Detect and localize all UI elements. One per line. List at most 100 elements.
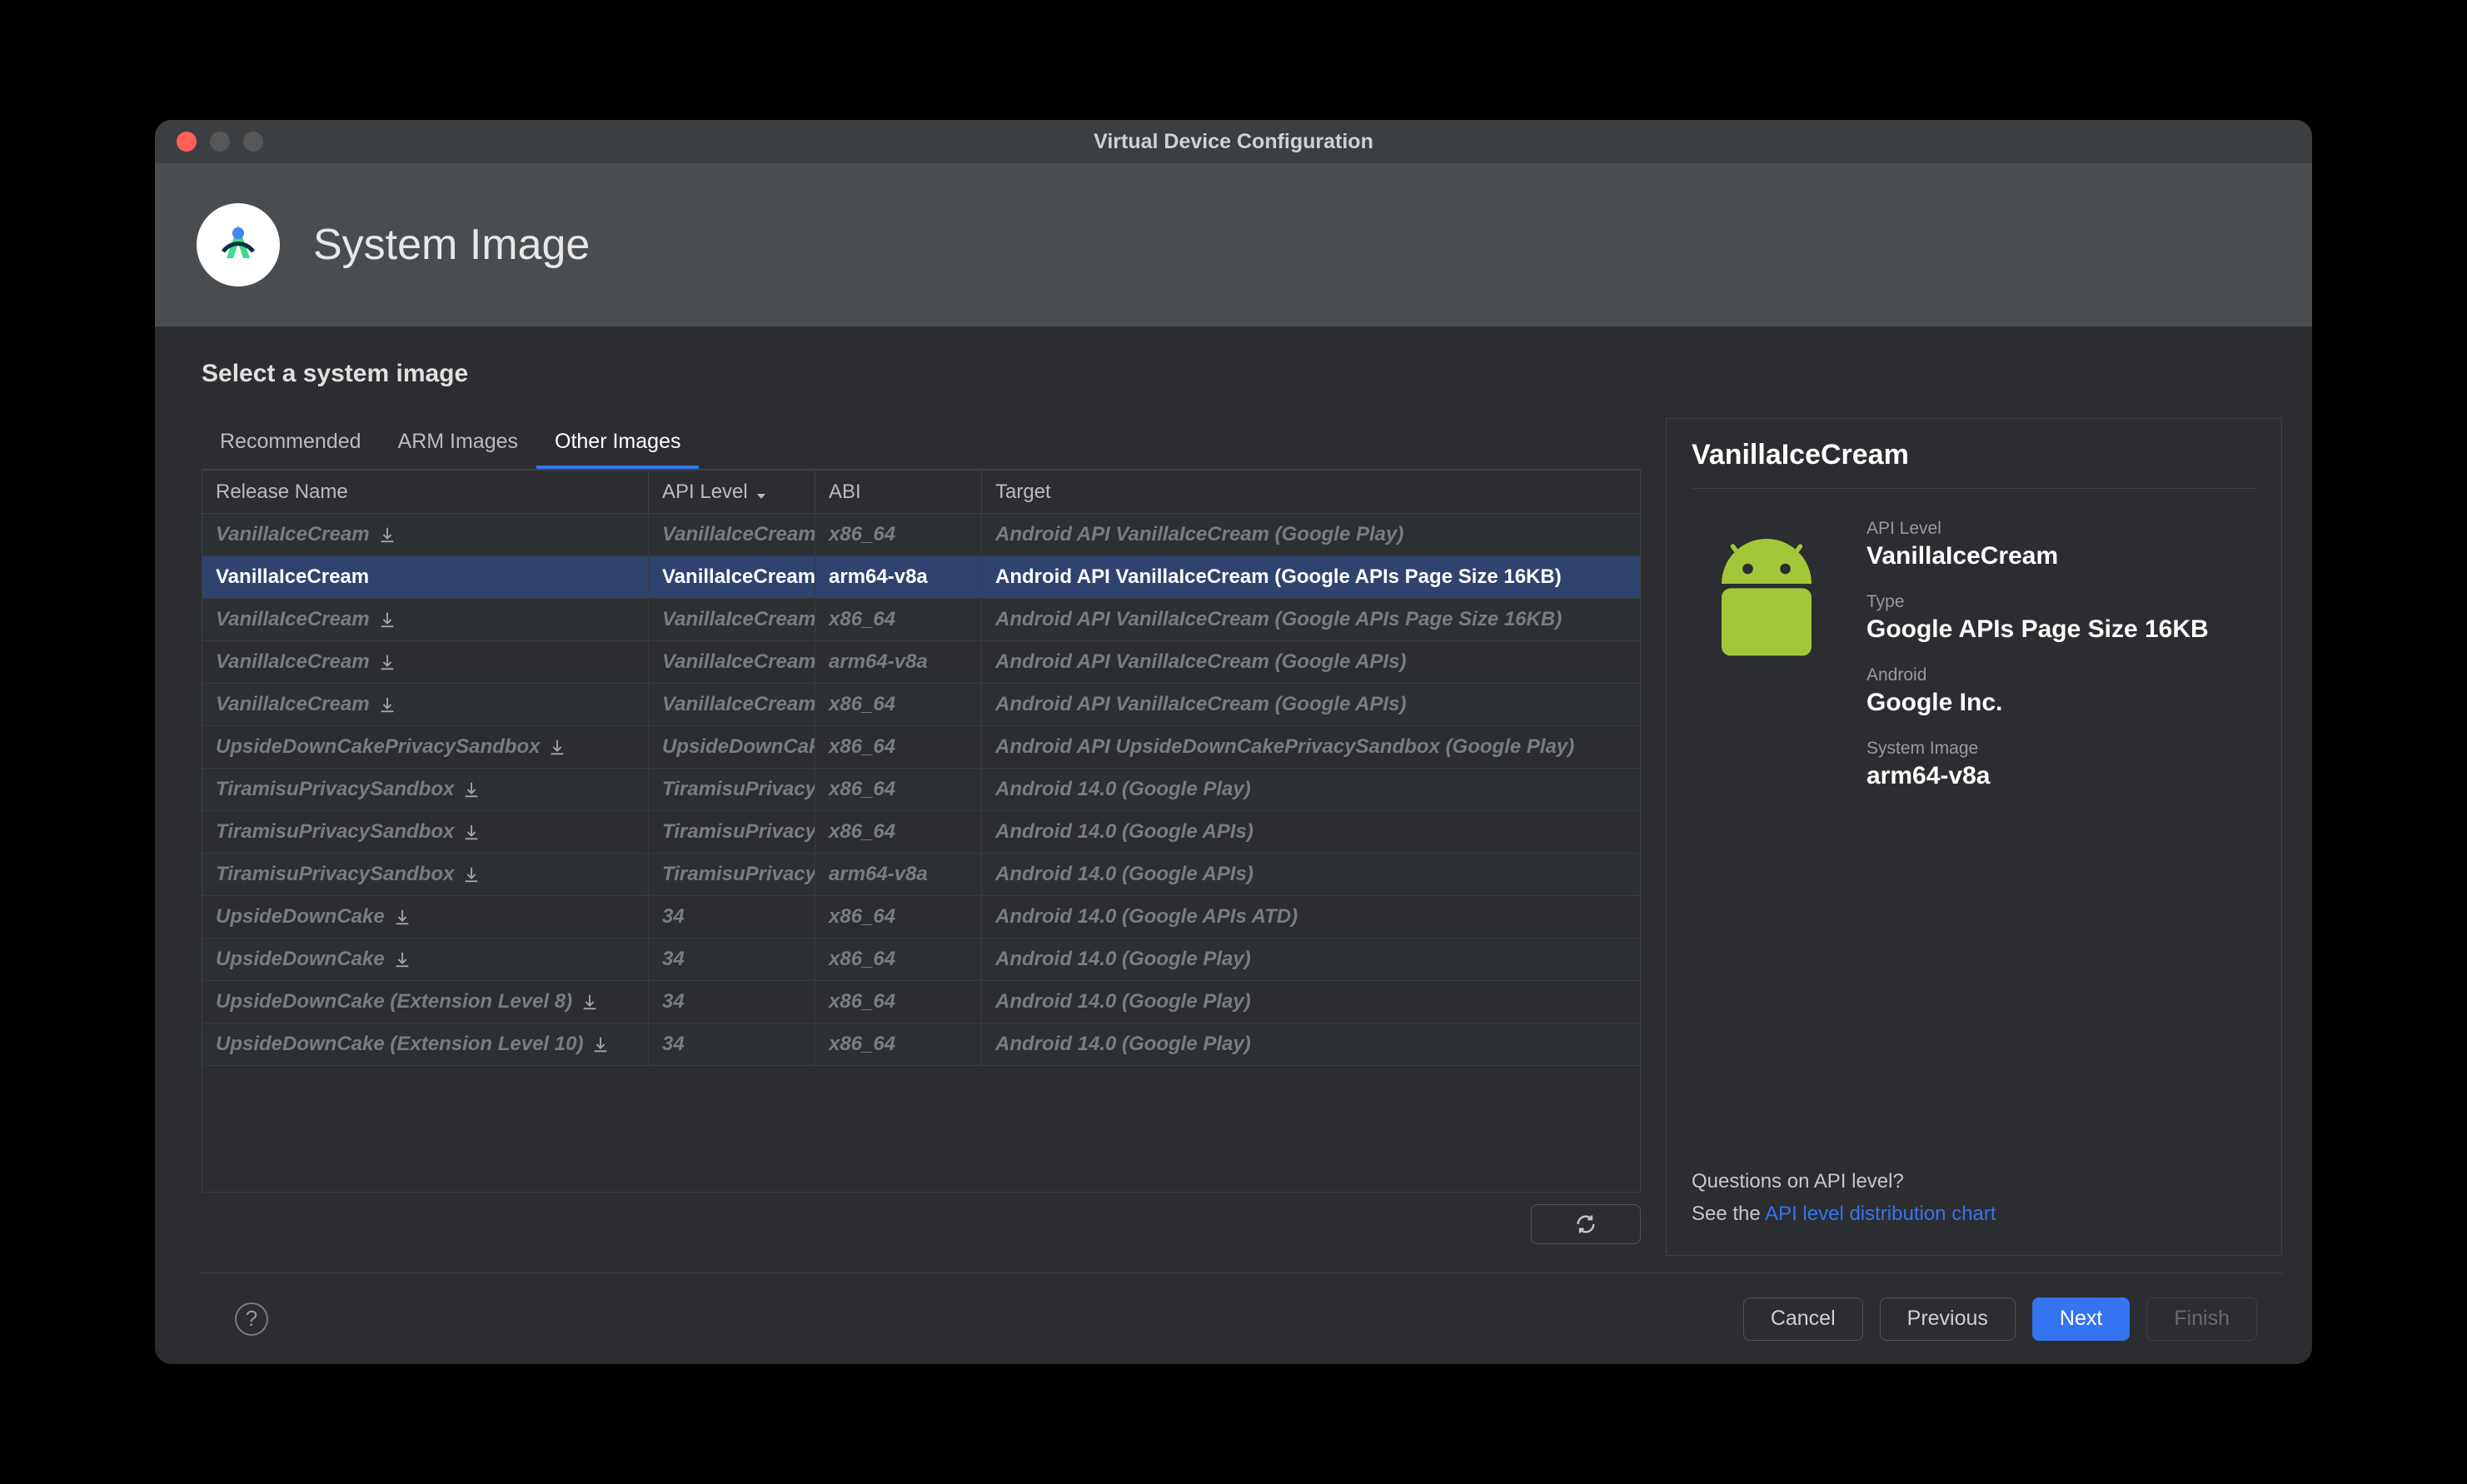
download-icon[interactable] [378,695,396,714]
cell-abi: x86_64 [815,811,982,853]
cell-release-name: VanillaIceCream [202,599,649,640]
cell-api-level: TiramisuPrivacyS [649,854,815,895]
table-row[interactable]: UpsideDownCake (Extension Level 8)34x86_… [202,981,1640,1023]
table-row[interactable]: VanillaIceCreamVanillaIceCreamx86_64Andr… [202,684,1640,726]
download-icon[interactable] [462,823,481,841]
cell-target: Android 14.0 (Google APIs) [982,854,1640,895]
refresh-button[interactable] [1531,1204,1641,1244]
cancel-button[interactable]: Cancel [1743,1297,1863,1341]
next-button[interactable]: Next [2032,1297,2130,1341]
spec-api-label: API Level [1866,519,2256,539]
cell-api-level: VanillaIceCream [649,556,815,598]
tab-arm-images[interactable]: ARM Images [380,418,536,469]
subtitle: Select a system image [202,360,2282,388]
previous-button[interactable]: Previous [1880,1297,2016,1341]
table-row[interactable]: VanillaIceCreamVanillaIceCreamarm64-v8aA… [202,556,1640,599]
col-api-label: API Level [662,481,748,504]
cell-api-level: VanillaIceCream [649,599,815,640]
download-icon[interactable] [462,865,481,884]
col-release-name[interactable]: Release Name [202,471,649,513]
cell-api-level: 34 [649,939,815,980]
help-block: Questions on API level? See the API leve… [1692,1166,2256,1230]
help-see: See the [1692,1203,1765,1225]
col-abi[interactable]: ABI [815,471,982,513]
table-row[interactable]: UpsideDownCake (Extension Level 10)34x86… [202,1023,1640,1066]
cell-release-name: UpsideDownCake (Extension Level 10) [202,1023,649,1065]
cell-api-level: 34 [649,981,815,1023]
cell-abi: x86_64 [815,981,982,1023]
table-header: Release Name API Level ABI Target [202,471,1640,514]
table-row[interactable]: TiramisuPrivacySandboxTiramisuPrivacySar… [202,854,1640,896]
system-image-table: Release Name API Level ABI Target Vanill… [202,470,1641,1193]
download-icon[interactable] [378,610,396,629]
table-row[interactable]: TiramisuPrivacySandboxTiramisuPrivacySx8… [202,769,1640,811]
cell-api-level: TiramisuPrivacyS [649,769,815,810]
api-distribution-link[interactable]: API level distribution chart [1765,1203,1996,1225]
cell-release-name: UpsideDownCake [202,896,649,938]
help-button[interactable]: ? [235,1302,268,1336]
cell-target: Android API VanillaIceCream (Google Play… [982,514,1640,555]
cell-release-name: UpsideDownCake (Extension Level 8) [202,981,649,1023]
tab-other-images[interactable]: Other Images [536,418,699,469]
cell-release-name: VanillaIceCream [202,514,649,555]
spec-sysimg-label: System Image [1866,739,2256,759]
download-icon[interactable] [378,525,396,544]
download-icon[interactable] [591,1035,610,1053]
download-icon[interactable] [581,993,599,1011]
col-api-level[interactable]: API Level [649,471,815,513]
cell-release-name: VanillaIceCream [202,641,649,683]
content-area: Select a system image RecommendedARM Ima… [155,326,2312,1364]
image-list-panel: RecommendedARM ImagesOther Images Releas… [202,418,1641,1256]
android-studio-icon [197,203,280,286]
cell-release-name: VanillaIceCream [202,684,649,725]
download-icon[interactable] [393,950,411,969]
help-question: Questions on API level? [1692,1166,2256,1198]
spec-android-value: Google Inc. [1866,689,2256,717]
cell-api-level: UpsideDownCak [649,726,815,768]
download-icon[interactable] [462,780,481,799]
window-controls [177,132,263,152]
table-row[interactable]: UpsideDownCake34x86_64Android 14.0 (Goog… [202,896,1640,939]
spec-sysimg-value: arm64-v8a [1866,762,2256,790]
cell-api-level: VanillaIceCream [649,641,815,683]
cell-target: Android 14.0 (Google Play) [982,981,1640,1023]
table-row[interactable]: VanillaIceCreamVanillaIceCreamarm64-v8aA… [202,641,1640,684]
col-target[interactable]: Target [982,471,1640,513]
table-row[interactable]: TiramisuPrivacySandboxTiramisuPrivacySx8… [202,811,1640,854]
cell-target: Android API UpsideDownCakePrivacySandbox… [982,726,1640,768]
table-row[interactable]: VanillaIceCreamVanillaIceCreamx86_64Andr… [202,599,1640,641]
window-title: Virtual Device Configuration [1094,130,1373,154]
minimize-icon [210,132,230,152]
sort-descending-icon [755,486,768,499]
cell-target: Android API VanillaIceCream (Google APIs… [982,556,1640,598]
help-icon: ? [246,1306,257,1332]
spec-android-label: Android [1866,665,2256,685]
cell-release-name: UpsideDownCake [202,939,649,980]
table-body[interactable]: VanillaIceCreamVanillaIceCreamx86_64Andr… [202,514,1640,1192]
cell-abi: x86_64 [815,769,982,810]
spec-api-value: VanillaIceCream [1866,542,2256,570]
table-row[interactable]: UpsideDownCake34x86_64Android 14.0 (Goog… [202,939,1640,981]
cell-target: Android API VanillaIceCream (Google APIs… [982,599,1640,640]
close-icon[interactable] [177,132,197,152]
tab-bar: RecommendedARM ImagesOther Images [202,418,1641,470]
cell-target: Android API VanillaIceCream (Google APIs… [982,684,1640,725]
tab-recommended[interactable]: Recommended [202,418,380,469]
cell-abi: x86_64 [815,684,982,725]
cell-abi: x86_64 [815,726,982,768]
cell-abi: x86_64 [815,599,982,640]
download-icon[interactable] [378,653,396,671]
spec-type-value: Google APIs Page Size 16KB [1866,615,2256,644]
download-icon[interactable] [548,738,566,756]
cell-api-level: VanillaIceCream [649,684,815,725]
cell-abi: x86_64 [815,1023,982,1065]
table-row[interactable]: UpsideDownCakePrivacySandboxUpsideDownCa… [202,726,1640,769]
download-icon[interactable] [393,908,411,926]
spec-type-label: Type [1866,592,2256,612]
titlebar: Virtual Device Configuration [155,120,2312,163]
dialog-window: Virtual Device Configuration System Imag… [155,120,2312,1364]
details-title: VanillaIceCream [1692,439,2256,489]
table-row[interactable]: VanillaIceCreamVanillaIceCreamx86_64Andr… [202,514,1640,556]
cell-api-level: 34 [649,1023,815,1065]
wizard-footer: ? Cancel Previous Next Finish [202,1272,2282,1364]
